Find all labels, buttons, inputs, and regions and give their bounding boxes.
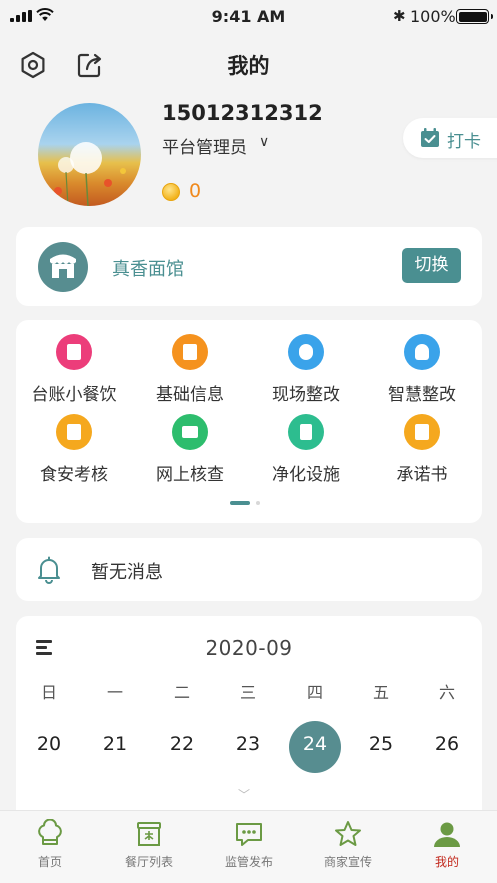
tab-label: 商家宣传 (323, 855, 372, 869)
page-dot[interactable] (256, 501, 260, 505)
function-label: 食安考核 (40, 465, 108, 485)
function-onsite-rectify[interactable]: 现场整改 (248, 320, 364, 405)
function-food-safety-assessment[interactable]: 食安考核 (16, 400, 132, 485)
bluetooth-icon: ✱ (393, 7, 406, 25)
bulb-rectify-icon (404, 334, 440, 370)
weekday-label: 二 (173, 683, 190, 702)
tab-label: 我的 (434, 855, 459, 869)
function-ledger[interactable]: 台账小餐饮 (16, 320, 132, 405)
tab-mine[interactable]: 我的 (397, 811, 497, 883)
tab-home[interactable]: 首页 (0, 811, 100, 883)
user-role[interactable]: 平台管理员 (162, 133, 247, 158)
dandelion-field-image (54, 142, 126, 206)
function-basic-info[interactable]: 基础信息 (132, 320, 248, 405)
function-commitment-letter[interactable]: 承诺书 (364, 400, 480, 485)
cloud-rectify-icon (288, 334, 324, 370)
message-text: 暂无消息 (91, 562, 163, 583)
calendar-day[interactable]: 26 (414, 733, 480, 755)
store-name: 真香面馆 (112, 259, 184, 280)
tab-label: 首页 (37, 855, 62, 869)
page-dot-active (230, 501, 250, 505)
checkin-button[interactable]: 打卡 (403, 118, 497, 158)
weekday-label: 三 (239, 683, 256, 702)
calendar-day[interactable]: 23 (215, 733, 281, 755)
calendar-day[interactable]: 20 (16, 733, 82, 755)
page-title: 我的 (227, 54, 270, 78)
checkin-label: 打卡 (447, 132, 481, 152)
header: 我的 (0, 40, 497, 90)
weekday-label: 五 (372, 683, 389, 702)
avatar[interactable] (38, 103, 141, 206)
function-purification-facility[interactable]: 净化设施 (248, 400, 364, 485)
calendar-expand-icon[interactable]: ﹀ (238, 786, 250, 803)
store-icon (38, 242, 88, 292)
document-icon (172, 334, 208, 370)
calendar-day[interactable]: 25 (348, 733, 414, 755)
calendar-check-icon (421, 128, 439, 147)
battery-percent: 100% (410, 7, 456, 26)
purifier-icon (288, 414, 324, 450)
weekday-label: 四 (306, 683, 323, 702)
tab-label: 餐厅列表 (124, 855, 173, 869)
weekday-label: 一 (106, 683, 123, 702)
coin-icon (162, 183, 180, 201)
calendar-day[interactable]: 21 (82, 733, 148, 755)
bell-icon (38, 556, 60, 584)
message-card[interactable]: 暂无消息 (16, 538, 482, 601)
check-clipboard-icon (56, 414, 92, 450)
star-icon (335, 821, 361, 846)
switch-store-button[interactable]: 切换 (402, 248, 461, 283)
clipboard-icon (56, 334, 92, 370)
chevron-down-icon[interactable]: ∨ (259, 134, 269, 150)
status-bar: 9:41 AM ✱ 100% (0, 0, 497, 32)
letter-icon (404, 414, 440, 450)
function-label: 承诺书 (396, 465, 448, 485)
tab-supervision-release[interactable]: 监管发布 (199, 811, 299, 883)
page-indicator (230, 501, 270, 505)
store-card: 真香面馆 切换 (16, 227, 482, 306)
battery-icon (456, 9, 493, 24)
user-phone: 15012312312 (162, 101, 323, 125)
tab-label: 监管发布 (224, 855, 273, 869)
function-label: 净化设施 (272, 465, 340, 485)
weekday-label: 六 (438, 683, 455, 702)
tab-restaurant-list[interactable]: 餐厅列表 (99, 811, 199, 883)
tab-bar: 首页 餐厅列表 监管发布 商家宣传 我的 (0, 810, 497, 883)
person-icon (434, 822, 460, 847)
function-label: 网上核查 (156, 465, 224, 485)
id-card-icon (172, 414, 208, 450)
calendar-day[interactable]: 22 (149, 733, 215, 755)
function-grid-card: 台账小餐饮 基础信息 现场整改 智慧整改 食安考核 网上核查 净化设施 承诺书 (16, 320, 482, 523)
calendar-card: 2020-09 日 一 二 三 四 五 六 20 21 22 23 24 25 … (16, 616, 482, 826)
chef-hat-icon (38, 819, 62, 845)
function-online-check[interactable]: 网上核查 (132, 400, 248, 485)
calendar-month: 2020-09 (205, 636, 293, 660)
function-smart-rectify[interactable]: 智慧整改 (364, 320, 480, 405)
restaurant-icon (137, 822, 161, 846)
weekday-label: 日 (40, 683, 57, 702)
calendar-day-selected[interactable]: 24 (282, 733, 348, 755)
chat-bubble-icon (236, 823, 262, 846)
coin-count: 0 (189, 180, 202, 202)
tab-merchant-promotion[interactable]: 商家宣传 (298, 811, 398, 883)
